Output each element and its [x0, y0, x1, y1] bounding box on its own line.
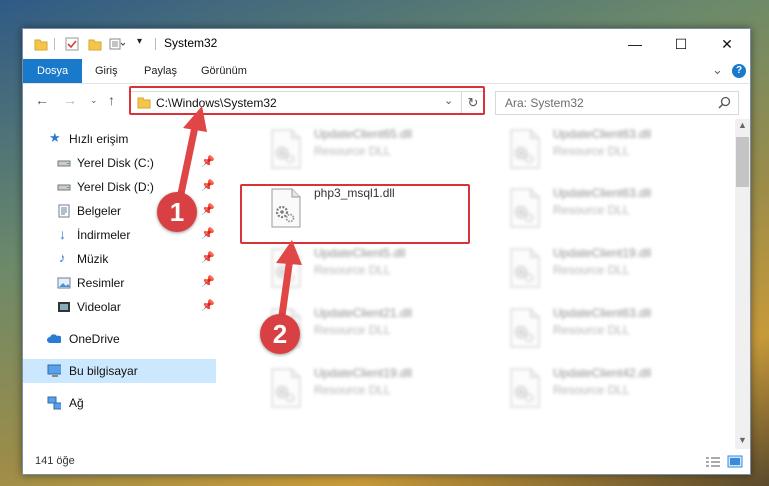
arrow-1-head	[183, 106, 207, 132]
step-badge-1: 1	[157, 192, 197, 232]
annotation-arrows	[174, 106, 302, 334]
arrow-2-head	[276, 240, 302, 265]
step-badge-2: 2	[260, 314, 300, 354]
